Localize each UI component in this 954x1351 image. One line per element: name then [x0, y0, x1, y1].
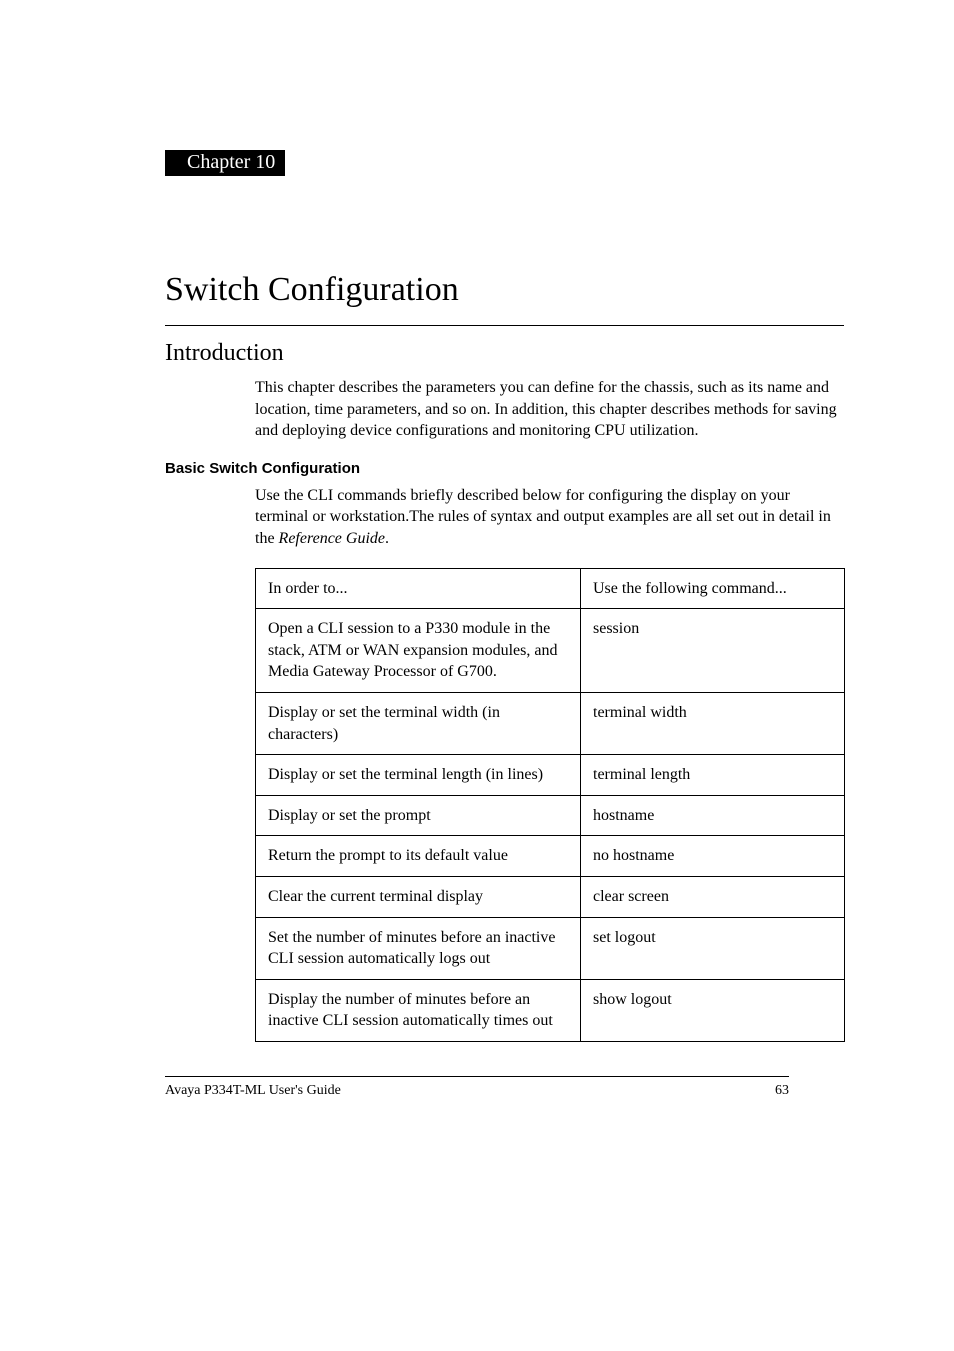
table-row: Clear the current terminal display clear… — [256, 876, 845, 917]
table-cell-right: no hostname — [581, 836, 845, 877]
table-cell-left: Display or set the terminal width (in ch… — [256, 692, 581, 754]
table-cell-right: terminal width — [581, 692, 845, 754]
table-header-left: In order to... — [256, 568, 581, 609]
table-cell-right: set logout — [581, 917, 845, 979]
sub-paragraph: Use the CLI commands briefly described b… — [255, 485, 844, 550]
table-cell-right: terminal length — [581, 755, 845, 796]
table-row: Open a CLI session to a P330 module in t… — [256, 609, 845, 693]
page-footer: Avaya P334T-ML User's Guide 63 — [165, 1076, 789, 1099]
table-cell-left: Display the number of minutes before an … — [256, 979, 581, 1041]
title-rule — [165, 325, 844, 326]
table-cell-left: Clear the current terminal display — [256, 876, 581, 917]
table-row: Display or set the terminal length (in l… — [256, 755, 845, 796]
sub-paragraph-em: Reference Guide — [279, 530, 385, 547]
command-table: In order to... Use the following command… — [255, 568, 845, 1042]
table-cell-left: Display or set the terminal length (in l… — [256, 755, 581, 796]
table-row: Display or set the prompt hostname — [256, 795, 845, 836]
table-row: Set the number of minutes before an inac… — [256, 917, 845, 979]
table-cell-left: Open a CLI session to a P330 module in t… — [256, 609, 581, 693]
chapter-number: Chapter 10 — [179, 150, 285, 176]
table-cell-left: Return the prompt to its default value — [256, 836, 581, 877]
section-heading: Introduction — [165, 340, 844, 367]
table-row: Return the prompt to its default value n… — [256, 836, 845, 877]
table-header-row: In order to... Use the following command… — [256, 568, 845, 609]
footer-page-number: 63 — [775, 1083, 789, 1099]
chapter-lead-bar — [165, 150, 179, 176]
table-cell-right: clear screen — [581, 876, 845, 917]
table-cell-right: session — [581, 609, 845, 693]
table-row: Display or set the terminal width (in ch… — [256, 692, 845, 754]
table-header-right: Use the following command... — [581, 568, 845, 609]
table-row: Display the number of minutes before an … — [256, 979, 845, 1041]
page-title: Switch Configuration — [165, 271, 844, 313]
table-cell-left: Set the number of minutes before an inac… — [256, 917, 581, 979]
subheading-basic-switch-config: Basic Switch Configuration — [165, 460, 844, 477]
footer-left: Avaya P334T-ML User's Guide — [165, 1083, 341, 1099]
table-cell-right: show logout — [581, 979, 845, 1041]
intro-paragraph: This chapter describes the parameters yo… — [255, 377, 844, 442]
table-cell-left: Display or set the prompt — [256, 795, 581, 836]
sub-paragraph-post: . — [385, 530, 389, 547]
table-cell-right: hostname — [581, 795, 845, 836]
chapter-label-row: Chapter 10 — [165, 150, 844, 176]
